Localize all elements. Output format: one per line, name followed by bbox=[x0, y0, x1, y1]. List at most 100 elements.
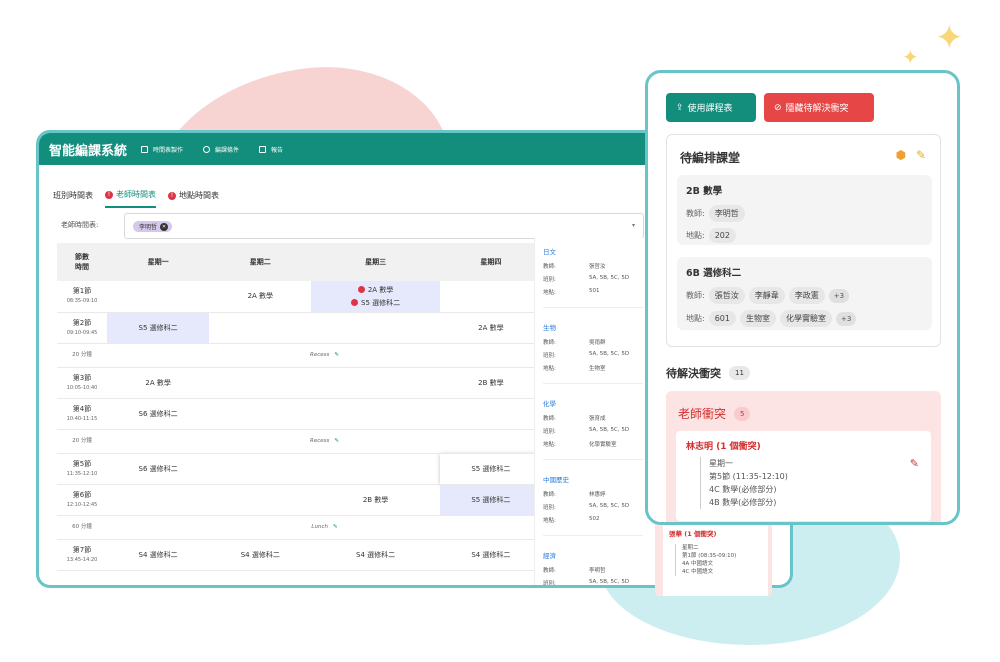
edit-pencil-icon[interactable]: ✎ bbox=[333, 524, 338, 530]
lesson-cell[interactable] bbox=[209, 367, 312, 399]
lesson-cell[interactable] bbox=[107, 281, 210, 313]
subject-name: 中國歷史 bbox=[543, 476, 569, 484]
period-label: 第5節 bbox=[72, 459, 92, 468]
edit-pencil-icon[interactable]: ✎ bbox=[334, 352, 339, 358]
lesson-name: 2B 數學 bbox=[686, 186, 723, 197]
field-value: 林惠婷 bbox=[589, 492, 606, 498]
lesson-cell[interactable] bbox=[439, 398, 542, 430]
break-duration: 20 分鐘 bbox=[57, 343, 107, 368]
lesson-cell[interactable] bbox=[311, 367, 440, 399]
teacher-chip[interactable]: 李明哲 ✕ bbox=[133, 221, 173, 232]
field-label: 班別: bbox=[543, 505, 556, 511]
lesson-cell[interactable] bbox=[209, 484, 312, 516]
tab-class[interactable]: 班別時間表 bbox=[53, 185, 93, 208]
lesson-cell[interactable]: 2A 數學 bbox=[107, 367, 210, 399]
more-badge[interactable]: +3 bbox=[828, 288, 850, 303]
lesson-cell[interactable]: S5 選修科二 bbox=[439, 484, 542, 516]
conflict-icon bbox=[357, 286, 365, 294]
period-time: 09:10-09:45 bbox=[66, 329, 98, 336]
room-pill: 202 bbox=[708, 228, 736, 243]
field-value: 生物室 bbox=[589, 366, 606, 372]
room-label: 地點: bbox=[686, 314, 705, 323]
pending-lessons-card: 待編排課堂 ⬢ ✎ 2B 數學 教師: 李明哲 地點: 202 6B 選修科二 教師… bbox=[666, 134, 941, 347]
room-pill: 601 bbox=[708, 311, 736, 326]
teacher-list-panel: 日文 教師: 張哲汝 班別: 5A, 5B, 5C, 5D 地點: 501 生物 教師:… bbox=[535, 238, 655, 585]
day-header: 星期一 bbox=[107, 243, 210, 281]
tab-label: 班別時間表 bbox=[53, 191, 93, 200]
lesson-cell[interactable] bbox=[209, 312, 312, 344]
day-header: 星期四 bbox=[439, 243, 542, 281]
lesson-cell[interactable]: S4 選修科二 bbox=[107, 539, 210, 571]
tab-teacher[interactable]: ! 老師時間表 bbox=[105, 185, 156, 208]
lesson-cell[interactable] bbox=[107, 484, 210, 516]
sparkle-icon: ✦ bbox=[902, 45, 919, 69]
subject-group[interactable]: 日文 教師: 張哲汝 班別: 5A, 5B, 5C, 5D 地點: 501 bbox=[543, 246, 643, 308]
box-icon[interactable]: ⬢ bbox=[896, 148, 906, 162]
timetable-grid: 節數 時間 星期一 星期二 星期三 星期四 第1節 08:35-09:10 2A 數學 2A … bbox=[57, 243, 542, 571]
period-time: 10:40-11:15 bbox=[66, 415, 98, 422]
lesson-cell[interactable]: S6 選修科二 bbox=[107, 453, 210, 485]
room-row: 地點: 化學實驗室 bbox=[543, 440, 643, 448]
nav-conditions[interactable]: 編課條件 bbox=[203, 145, 239, 154]
nav-label: 編課條件 bbox=[215, 146, 240, 154]
field-value: 502 bbox=[589, 516, 600, 522]
period-time: 10:05-10:40 bbox=[66, 384, 98, 391]
edit-pencil-icon[interactable]: ✎ bbox=[334, 438, 339, 444]
break-cell[interactable]: Recess ✎ bbox=[107, 343, 542, 368]
lesson-cell[interactable]: S4 選修科二 bbox=[209, 539, 312, 571]
subject-group[interactable]: 生物 教師: 吳雨群 班別: 5A, 5B, 5C, 5D 地點: 生物室 bbox=[543, 322, 643, 384]
app-title: 智能編課系統 bbox=[49, 143, 128, 159]
subject-group[interactable]: 經濟 教師:李明哲 班別:5A, 5B, 5C, 5D 地點:503 bbox=[543, 550, 643, 585]
lesson-cell[interactable]: 2B 數學 bbox=[311, 484, 440, 516]
field-value: 張哲汝 bbox=[589, 264, 606, 270]
field-value: 化學實驗室 bbox=[589, 442, 617, 448]
magic-wand-icon[interactable]: ✎ bbox=[910, 457, 919, 470]
more-badge[interactable]: +3 bbox=[835, 311, 857, 326]
lesson-cell[interactable]: 2A 數學 S5 選修科二 bbox=[311, 281, 440, 313]
lesson-cell[interactable] bbox=[209, 453, 312, 485]
lesson-rooms: 地點: 202 bbox=[686, 228, 923, 243]
conflict-icon bbox=[351, 299, 359, 307]
field-value: 5A, 5B, 5C, 5D bbox=[589, 427, 630, 433]
conflict-item[interactable]: 林志明 (1 個衝突) 星期一 第5節 (11:35-12:10) 4C 數學(… bbox=[676, 431, 931, 521]
break-cell[interactable]: Lunch ✎ bbox=[107, 515, 542, 540]
lesson-cell[interactable]: 2A 數學 bbox=[439, 312, 542, 344]
lesson-cell[interactable]: S5 選修科二 bbox=[439, 453, 542, 485]
teacher-select[interactable]: 李明哲 ✕ ▾ bbox=[124, 213, 644, 239]
remove-chip-icon[interactable]: ✕ bbox=[160, 222, 169, 231]
lesson-cell[interactable]: 2B 數學 bbox=[439, 367, 542, 399]
conflict-item-peek[interactable]: 張華 (1 個衝突) 星期二 第1節 (08:35-09:10) 4A 中國語文… bbox=[663, 524, 768, 596]
lesson-cell[interactable]: S4 選修科二 bbox=[439, 539, 542, 571]
lesson-cell[interactable] bbox=[209, 398, 312, 430]
lesson-cell[interactable] bbox=[311, 312, 440, 344]
field-label: 班別: bbox=[543, 429, 556, 435]
field-label: 地點: bbox=[543, 290, 556, 296]
conflict-day: 星期一 bbox=[709, 459, 733, 468]
conflicts-title: 待解決衝突 bbox=[666, 367, 721, 380]
nav-report[interactable]: 報告 bbox=[259, 145, 283, 154]
use-timetable-button[interactable]: ⇪ 使用課程表 bbox=[666, 93, 756, 122]
lesson-cell[interactable] bbox=[439, 281, 542, 313]
hide-conflicts-button[interactable]: ⊘ 隱藏待解決衝突 bbox=[764, 93, 874, 122]
chevron-down-icon[interactable]: ▾ bbox=[632, 222, 635, 229]
room-row: 地點: 生物室 bbox=[543, 364, 643, 372]
lesson-cell[interactable]: S5 選修科二 bbox=[107, 312, 210, 344]
teacher-row: 教師: 李明哲 bbox=[543, 566, 643, 574]
pending-lesson-item[interactable]: 2B 數學 教師: 李明哲 地點: 202 bbox=[677, 175, 932, 245]
lesson-cell[interactable]: S6 選修科二 bbox=[107, 398, 210, 430]
lesson-cell[interactable]: S4 選修科二 bbox=[311, 539, 440, 571]
tab-label: 老師時間表 bbox=[116, 190, 156, 199]
lesson-cell[interactable]: 2A 數學 bbox=[209, 281, 312, 313]
break-cell[interactable]: Recess ✎ bbox=[107, 429, 542, 454]
lesson-cell[interactable] bbox=[311, 453, 440, 485]
error-icon: ! bbox=[105, 190, 113, 199]
nav-timetable[interactable]: 時間表製作 bbox=[141, 145, 183, 154]
subject-group[interactable]: 化學 教師: 張育成 班別: 5A, 5B, 5C, 5D 地點: 化學實驗室 bbox=[543, 398, 643, 460]
lesson-cell[interactable] bbox=[311, 398, 440, 430]
tab-location[interactable]: ! 地點時間表 bbox=[168, 185, 219, 208]
magic-wand-icon[interactable]: ✎ bbox=[916, 148, 926, 162]
nav-label: 時間表製作 bbox=[153, 146, 184, 154]
subject-group[interactable]: 中國歷史 教師: 林惠婷 班別: 5A, 5B, 5C, 5D 地點: 502 bbox=[543, 474, 643, 536]
pending-lesson-item[interactable]: 6B 選修科二 教師: 張哲汝 李靜韋 李政憲 +3 地點: 601 生物室 化學實驗室 +3 bbox=[677, 257, 932, 330]
field-value: 吳雨群 bbox=[589, 340, 606, 346]
